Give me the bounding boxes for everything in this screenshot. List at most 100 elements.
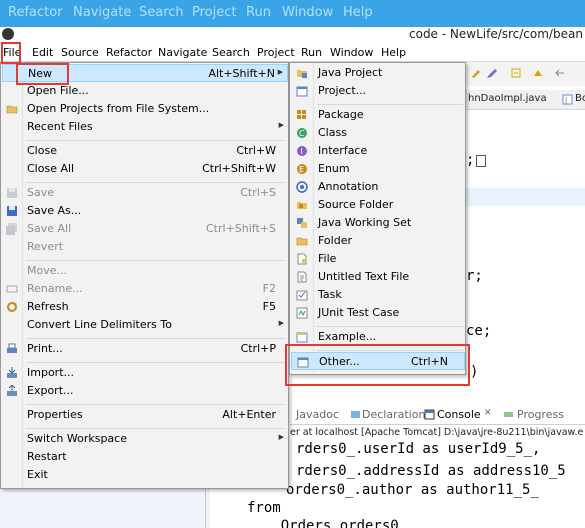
submenu-item-file[interactable]: File [291, 250, 465, 268]
console-line: rders0_.userId as userId9_5_, [296, 441, 541, 457]
submenu-item-label: Folder [318, 234, 352, 247]
window-title-bar: code - NewLife/src/com/bean [0, 27, 585, 45]
menu-item-open-projects[interactable]: Open Projects from File System... [2, 100, 288, 118]
next-annotation-icon[interactable] [510, 67, 522, 79]
example-icon [296, 332, 308, 343]
submenu-item-annotation[interactable]: Annotation [291, 178, 465, 196]
menu-separator [26, 260, 285, 261]
tab-declaration[interactable]: Declaration [362, 408, 425, 421]
submenu-item-interface[interactable]: I Interface [291, 142, 465, 160]
menu-separator [26, 140, 285, 141]
desktop-menu-project[interactable]: Project [192, 5, 236, 20]
submenu-item-project[interactable]: Project... [291, 82, 465, 100]
java-project-icon [297, 70, 307, 78]
menu-item-move[interactable]: Move... [2, 262, 288, 280]
submenu-item-label: JUnit Test Case [318, 306, 400, 319]
back-icon[interactable] [554, 67, 566, 79]
desktop-menu-help[interactable]: Help [343, 5, 373, 20]
menu-item-label: Open File... [27, 84, 89, 97]
desktop-menu-refactor[interactable]: Refactor [8, 5, 63, 20]
save-all-icon [6, 223, 17, 235]
text-cursor-box [476, 155, 486, 167]
submenu-arrow-icon: ▶ [277, 68, 283, 76]
annotation-box-file [1, 42, 21, 64]
submenu-item-junit-test-case[interactable]: JUnit Test Case [291, 304, 465, 322]
close-icon[interactable]: ✕ [484, 408, 492, 418]
pencil-icon[interactable] [486, 67, 498, 79]
submenu-item-label: Task [318, 288, 342, 301]
menu-item-label: Switch Workspace [27, 432, 127, 445]
menu-item-label: Move... [27, 264, 67, 277]
submenu-item-class[interactable]: C Class [291, 124, 465, 142]
editor-tab[interactable]: Bo [575, 93, 585, 104]
current-line-highlight [466, 188, 585, 206]
svg-text:J: J [564, 96, 567, 105]
menu-item-import[interactable]: Import... [2, 364, 288, 382]
menu-item-shortcut: Ctrl+S [240, 186, 276, 199]
menu-item-shortcut: F5 [262, 300, 276, 313]
desktop-menu-window[interactable]: Window [282, 5, 333, 20]
project-icon [296, 86, 308, 97]
submenu-item-label: Java Project [318, 66, 383, 79]
menu-window[interactable]: Window [330, 46, 373, 59]
annotation-box-other [285, 344, 470, 386]
tab-progress[interactable]: Progress [517, 408, 564, 421]
menu-item-properties[interactable]: Properties Alt+Enter [2, 406, 288, 424]
desktop-menu-run[interactable]: Run [246, 5, 271, 20]
submenu-item-label: Annotation [318, 180, 379, 193]
submenu-item-label: Package [318, 108, 364, 121]
menu-item-shortcut: Ctrl+W [236, 144, 276, 157]
menu-item-save[interactable]: Save Ctrl+S [2, 184, 288, 202]
editor-tab[interactable]: hnDaoImpl.java [468, 93, 547, 104]
menu-item-close-all[interactable]: Close All Ctrl+Shift+W [2, 160, 288, 178]
menu-item-recent-files[interactable]: Recent Files ▶ [2, 118, 288, 136]
console-line: from [247, 500, 281, 516]
menu-separator [26, 362, 285, 363]
import-icon [7, 367, 17, 378]
submenu-item-java-project[interactable]: Java Project [291, 64, 465, 82]
menu-item-restart[interactable]: Restart [2, 448, 288, 466]
tab-javadoc[interactable]: Javadoc [296, 408, 339, 421]
menu-refactor[interactable]: Refactor [106, 46, 152, 59]
submenu-item-untitled-text-file[interactable]: Untitled Text File [291, 268, 465, 286]
desktop-menu-search[interactable]: Search [139, 5, 184, 20]
menu-item-refresh[interactable]: Refresh F5 [2, 298, 288, 316]
menu-source[interactable]: Source [61, 46, 99, 59]
panel-divider[interactable] [205, 484, 206, 528]
svg-text:C: C [299, 129, 305, 138]
brush-icon[interactable] [470, 67, 482, 79]
menu-separator [26, 182, 285, 183]
submenu-item-folder[interactable]: Folder [291, 232, 465, 250]
submenu-item-package[interactable]: Package [291, 106, 465, 124]
submenu-item-enum[interactable]: E Enum [291, 160, 465, 178]
menu-item-print[interactable]: Print... Ctrl+P [2, 340, 288, 358]
annotation-box-new [16, 63, 69, 85]
menu-item-exit[interactable]: Exit [2, 466, 288, 484]
menu-item-export[interactable]: Export... [2, 382, 288, 400]
menu-run[interactable]: Run [301, 46, 322, 59]
file-menu: New Alt+Shift+N ▶ Open File... Open Proj… [0, 62, 289, 489]
menu-item-rename[interactable]: Rename... F2 [2, 280, 288, 298]
submenu-item-source-folder[interactable]: Source Folder [291, 196, 465, 214]
prev-annotation-icon[interactable] [532, 67, 544, 79]
menu-item-switch-workspace[interactable]: Switch Workspace ▶ [2, 430, 288, 448]
menu-help[interactable]: Help [381, 46, 406, 59]
submenu-item-java-working-set[interactable]: Java Working Set [291, 214, 465, 232]
menu-item-save-as[interactable]: Save As... [2, 202, 288, 220]
menu-item-convert-line-delimiters[interactable]: Convert Line Delimiters To ▶ [2, 316, 288, 334]
menu-navigate[interactable]: Navigate [158, 46, 207, 59]
project-explorer-bottom [0, 484, 210, 528]
console-line: Orders orders0_ [247, 518, 408, 528]
menu-search[interactable]: Search [212, 46, 250, 59]
desktop-menu-navigate[interactable]: Navigate [73, 5, 131, 20]
menu-item-revert[interactable]: Revert [2, 238, 288, 256]
desktop-menu-bar: Refactor Navigate Search Project Run Win… [0, 0, 585, 27]
menu-item-close[interactable]: Close Ctrl+W [2, 142, 288, 160]
tab-console[interactable]: Console [437, 408, 481, 421]
menu-item-shortcut: Alt+Enter [222, 408, 276, 421]
menu-item-save-all[interactable]: Save All Ctrl+Shift+S [2, 220, 288, 238]
menu-project[interactable]: Project [257, 46, 295, 59]
eclipse-icon [2, 28, 14, 40]
menu-edit[interactable]: Edit [32, 46, 53, 59]
submenu-item-task[interactable]: Task [291, 286, 465, 304]
